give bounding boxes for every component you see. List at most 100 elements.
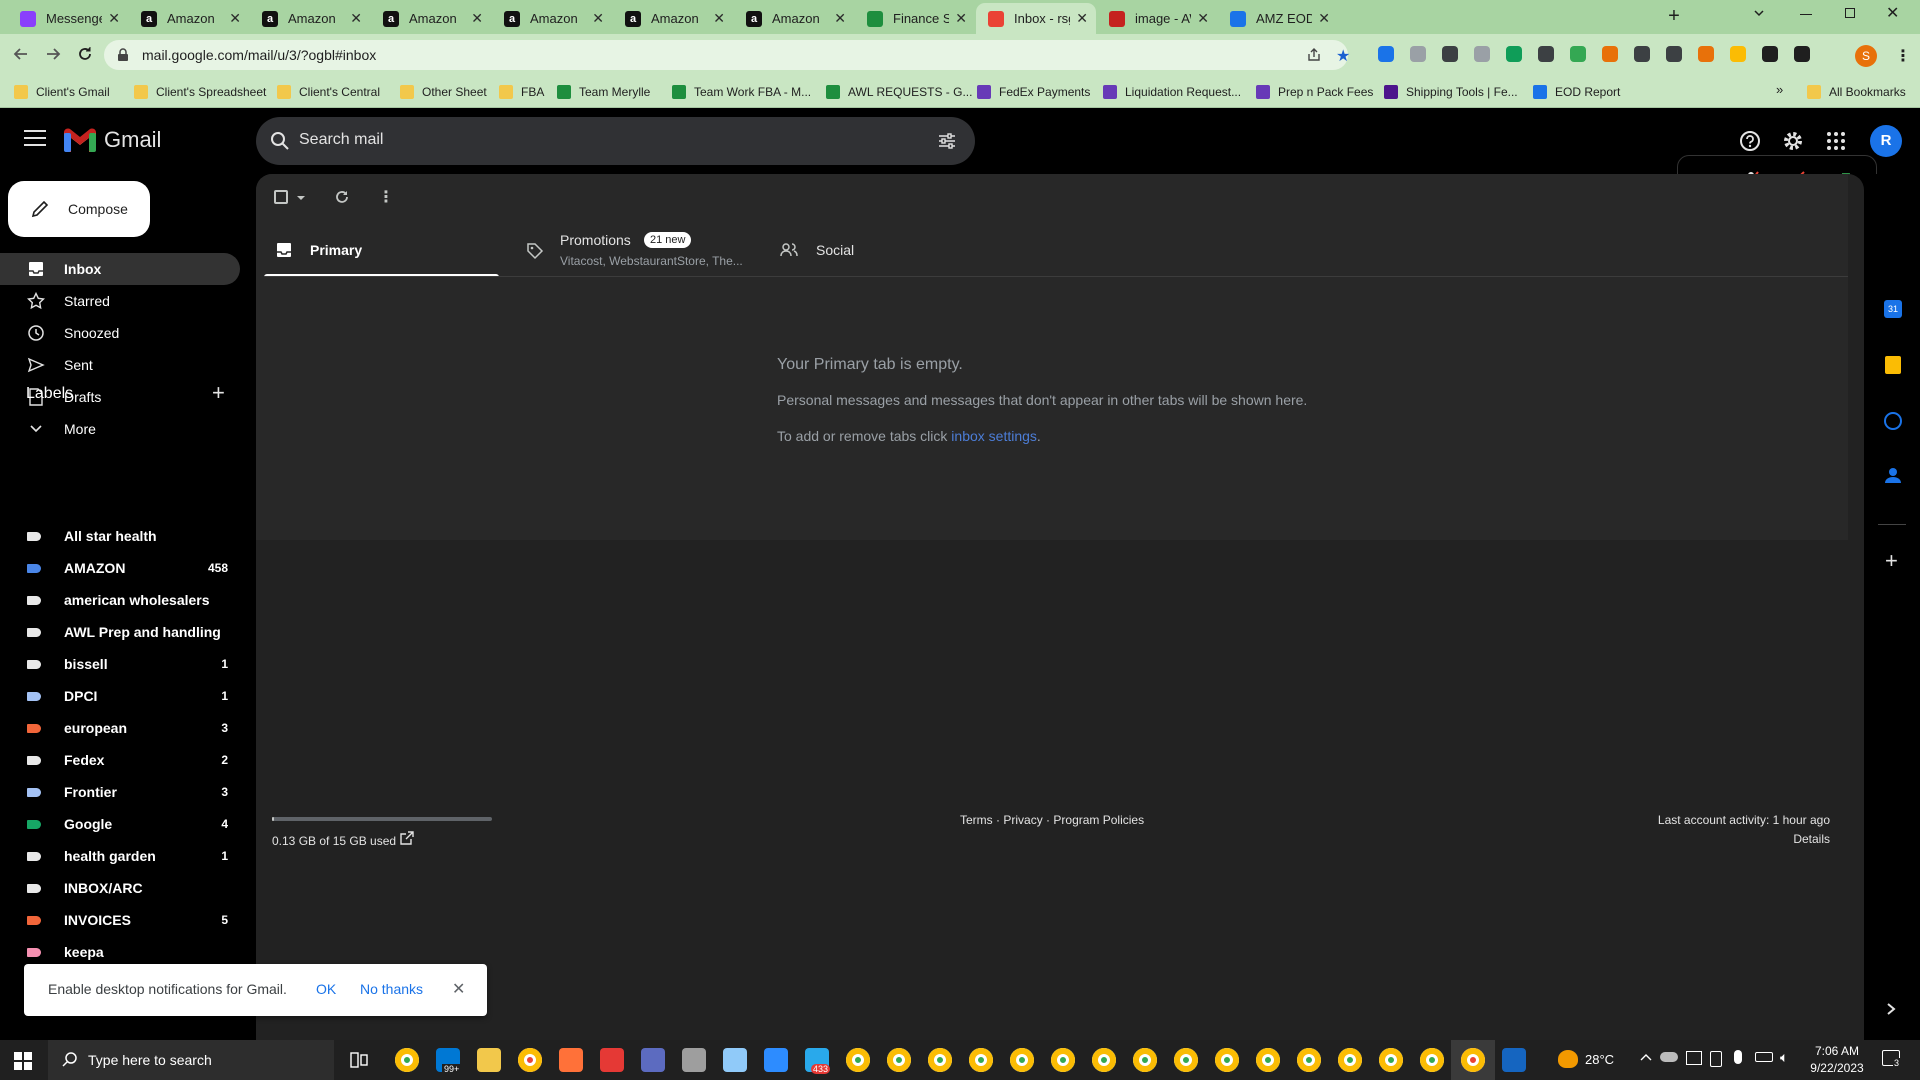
microphone-icon[interactable] xyxy=(1734,1050,1742,1064)
keep-icon[interactable] xyxy=(1885,356,1901,374)
extension-icon[interactable] xyxy=(1794,46,1810,62)
nav-item-snoozed[interactable]: Snoozed xyxy=(0,317,240,349)
volume-icon[interactable]: 🔈︎ xyxy=(1780,1049,1788,1066)
close-tab-icon[interactable]: ✕ xyxy=(1318,10,1330,27)
close-tab-icon[interactable]: ✕ xyxy=(108,10,120,27)
activity-details-link[interactable]: Details xyxy=(1793,832,1830,846)
window-restore-button[interactable] xyxy=(1845,8,1855,18)
bookmark-item[interactable]: Liquidation Request... xyxy=(1103,82,1241,102)
manage-storage-icon[interactable] xyxy=(400,831,414,845)
browser-tab[interactable]: Inbox - rsgecom ✕ xyxy=(976,3,1096,34)
bookmark-item[interactable]: Shipping Tools | Fe... xyxy=(1384,82,1518,102)
bookmark-item[interactable]: Team Work FBA - M... xyxy=(672,82,811,102)
label-item[interactable]: american wholesalers xyxy=(0,584,240,616)
label-item[interactable]: Google 4 xyxy=(0,808,240,840)
browser-tab[interactable]: image - AWL LA ✕ xyxy=(1097,3,1217,34)
bookmark-item[interactable]: AWL REQUESTS - G... xyxy=(826,82,972,102)
tab-search-icon[interactable] xyxy=(1752,6,1766,20)
browser-tab[interactable]: a Amazon ✕ xyxy=(250,3,370,34)
calendar-icon[interactable]: 31 xyxy=(1884,300,1902,318)
taskbar-search-input[interactable]: Type here to search xyxy=(88,1052,212,1068)
browser-tab[interactable]: a Amazon ✕ xyxy=(613,3,733,34)
taskbar-chrome-icon[interactable] xyxy=(1010,1048,1034,1072)
close-tab-icon[interactable]: ✕ xyxy=(834,10,846,27)
site-info-icon[interactable] xyxy=(116,48,130,62)
bookmarks-overflow-icon[interactable]: » xyxy=(1776,82,1783,97)
show-side-panel-icon[interactable] xyxy=(1886,1002,1896,1016)
label-item[interactable]: AWL Prep and handling xyxy=(0,616,240,648)
window-close-button[interactable]: ✕ xyxy=(1886,3,1900,22)
bookmark-item[interactable]: FBA xyxy=(499,82,544,102)
google-apps-icon[interactable] xyxy=(1827,132,1845,150)
browser-tab[interactable]: a Amazon ✕ xyxy=(129,3,249,34)
forward-icon[interactable] xyxy=(44,45,62,63)
select-all-checkbox[interactable] xyxy=(274,190,288,204)
contacts-icon[interactable] xyxy=(1884,466,1902,484)
battery-icon[interactable] xyxy=(1755,1052,1773,1062)
nav-item-inbox[interactable]: Inbox xyxy=(0,253,240,285)
tab-promotions[interactable]: Promotions 21 new Vitacost, WebstaurantS… xyxy=(520,222,755,278)
nav-item-more[interactable]: More xyxy=(0,413,240,445)
notification-close-icon[interactable]: ✕ xyxy=(452,979,465,999)
label-item[interactable]: INVOICES 5 xyxy=(0,904,240,936)
new-tab-button[interactable]: + xyxy=(1663,6,1685,28)
label-item[interactable]: Fedex 2 xyxy=(0,744,240,776)
taskbar-chrome-icon[interactable] xyxy=(518,1048,542,1072)
bookmark-item[interactable]: Client's Spreadsheet xyxy=(134,82,266,102)
taskbar-chrome-icon[interactable] xyxy=(1174,1048,1198,1072)
taskbar-notepad-icon[interactable] xyxy=(723,1048,747,1072)
label-item[interactable]: AMAZON 458 xyxy=(0,552,240,584)
bookmark-item[interactable]: Client's Gmail xyxy=(14,82,110,102)
label-item[interactable]: INBOX/ARC xyxy=(0,872,240,904)
taskbar-chrome-icon[interactable] xyxy=(1461,1048,1485,1072)
close-tab-icon[interactable]: ✕ xyxy=(1076,10,1088,27)
taskbar-search-box[interactable]: Type here to search xyxy=(48,1040,334,1080)
inbox-settings-link[interactable]: inbox settings xyxy=(951,428,1037,444)
all-bookmarks-folder[interactable]: All Bookmarks xyxy=(1807,82,1906,102)
extension-icon[interactable] xyxy=(1730,46,1746,62)
select-dropdown-icon[interactable] xyxy=(296,195,306,201)
close-tab-icon[interactable]: ✕ xyxy=(229,10,241,27)
taskbar-chrome-icon[interactable] xyxy=(1051,1048,1075,1072)
task-view-icon[interactable] xyxy=(350,1052,368,1068)
extension-icon[interactable] xyxy=(1474,46,1490,62)
label-item[interactable]: european 3 xyxy=(0,712,240,744)
taskbar-zoom-icon[interactable] xyxy=(764,1048,788,1072)
extension-icon[interactable] xyxy=(1378,46,1394,62)
label-item[interactable]: DPCI 1 xyxy=(0,680,240,712)
settings-gear-icon[interactable] xyxy=(1782,130,1804,152)
browser-tab[interactable]: a Amazon ✕ xyxy=(371,3,491,34)
taskbar-chrome-icon[interactable] xyxy=(846,1048,870,1072)
profile-avatar[interactable]: S xyxy=(1855,45,1877,67)
close-tab-icon[interactable]: ✕ xyxy=(713,10,725,27)
clock-date[interactable]: 9/22/2023 xyxy=(1802,1061,1872,1075)
taskbar-wps-icon[interactable] xyxy=(600,1048,624,1072)
taskbar-chrome-icon[interactable] xyxy=(395,1048,419,1072)
taskbar-chrome-icon[interactable] xyxy=(1256,1048,1280,1072)
taskbar-chrome-icon[interactable] xyxy=(1215,1048,1239,1072)
onedrive-icon[interactable] xyxy=(1660,1052,1678,1062)
notification-no-thanks-button[interactable]: No thanks xyxy=(360,981,423,997)
browser-tab[interactable]: AMZ EOD Repo ✕ xyxy=(1218,3,1338,34)
more-options-icon[interactable]: ⋮ xyxy=(378,187,394,207)
program-policies-link[interactable]: Program Policies xyxy=(1053,813,1144,827)
address-bar[interactable]: mail.google.com/mail/u/3/?ogbl#inbox ★ xyxy=(104,40,1350,70)
tab-primary[interactable]: Primary xyxy=(264,222,499,278)
help-icon[interactable] xyxy=(1739,130,1761,152)
share-icon[interactable] xyxy=(1306,47,1322,63)
taskbar-chrome-icon[interactable] xyxy=(887,1048,911,1072)
privacy-link[interactable]: Privacy xyxy=(1003,813,1042,827)
taskbar-firefox-icon[interactable] xyxy=(559,1048,583,1072)
search-icon[interactable] xyxy=(270,131,290,151)
bookmark-item[interactable]: FedEx Payments xyxy=(977,82,1090,102)
taskbar-remote-desktop-icon[interactable] xyxy=(1502,1048,1526,1072)
bookmark-item[interactable]: Team Merylle xyxy=(557,82,650,102)
tab-social[interactable]: Social xyxy=(776,222,1011,278)
taskbar-app-icon[interactable] xyxy=(682,1048,706,1072)
nav-item-starred[interactable]: Starred xyxy=(0,285,240,317)
taskbar-chrome-icon[interactable] xyxy=(1133,1048,1157,1072)
taskbar-chrome-icon[interactable] xyxy=(969,1048,993,1072)
taskbar-chrome-icon[interactable] xyxy=(1379,1048,1403,1072)
close-tab-icon[interactable]: ✕ xyxy=(592,10,604,27)
account-avatar[interactable]: R xyxy=(1870,125,1902,157)
